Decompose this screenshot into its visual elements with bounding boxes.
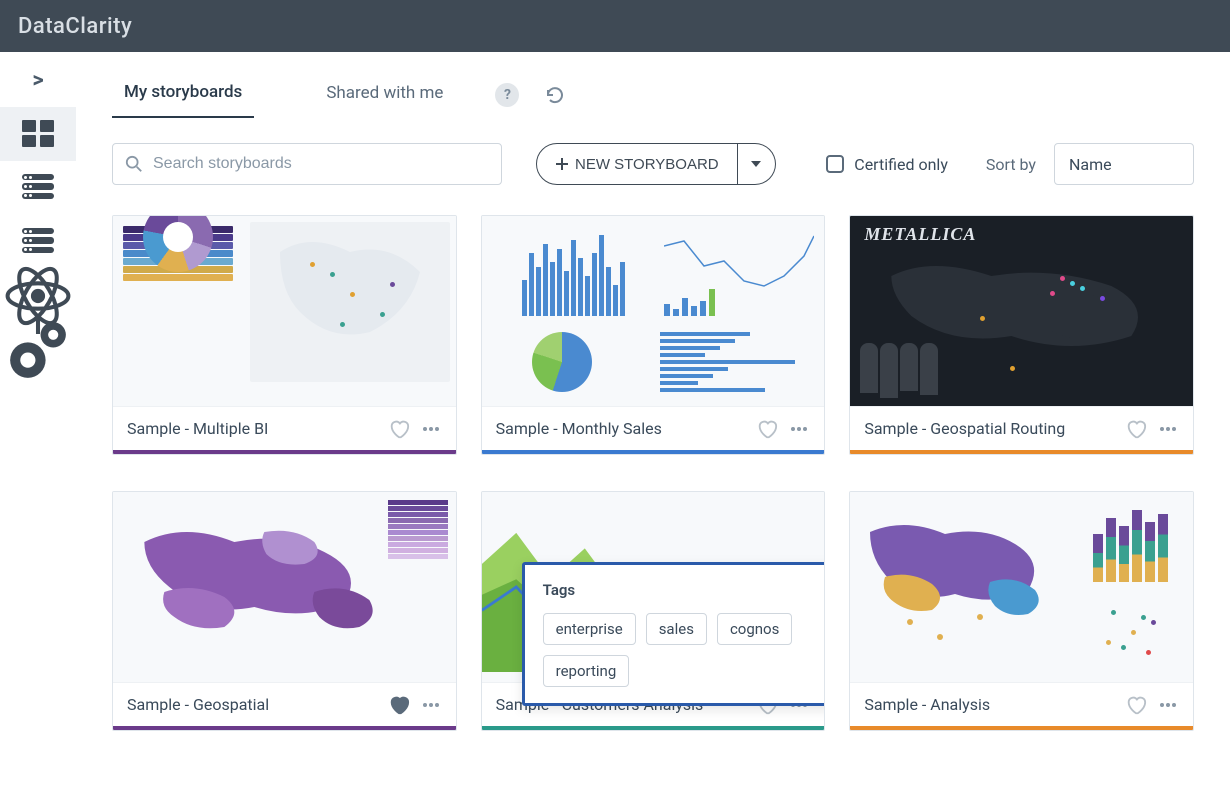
checkbox-icon xyxy=(826,155,844,173)
plus-icon xyxy=(555,157,569,171)
card-preview xyxy=(482,216,825,406)
storyboard-card[interactable]: Sample - Multiple BI xyxy=(112,215,457,455)
storyboard-card[interactable]: Sample - Geospatial xyxy=(112,491,457,731)
tab-my-storyboards[interactable]: My storyboards xyxy=(112,72,254,118)
search-box[interactable] xyxy=(112,143,502,185)
database-icon xyxy=(22,228,54,256)
tag-item[interactable]: cognos xyxy=(717,613,792,645)
card-more-icon[interactable] xyxy=(420,427,442,431)
card-title: Sample - Geospatial xyxy=(127,695,378,714)
toolbar: NEW STORYBOARD Certified only Sort by Na… xyxy=(112,143,1194,185)
tag-item[interactable]: sales xyxy=(646,613,707,645)
storyboard-grid: Sample - Multiple BI xyxy=(112,215,1194,731)
app-header: DataClarity xyxy=(0,0,1230,52)
sidebar-item-storyboards[interactable] xyxy=(0,107,76,161)
search-input[interactable] xyxy=(153,155,489,173)
favorite-icon[interactable] xyxy=(388,694,410,716)
stack-icon xyxy=(22,174,54,202)
favorite-icon[interactable] xyxy=(388,418,410,440)
card-more-icon[interactable] xyxy=(788,427,810,431)
caret-down-icon xyxy=(751,161,761,167)
refresh-icon[interactable] xyxy=(543,83,567,107)
favorite-icon[interactable] xyxy=(1125,694,1147,716)
card-title: Sample - Multiple BI xyxy=(127,419,378,438)
card-preview xyxy=(113,216,456,406)
storyboard-card[interactable]: Tags enterprise sales cognos reporting S… xyxy=(481,491,826,731)
favorite-icon[interactable] xyxy=(1125,418,1147,440)
card-more-icon[interactable] xyxy=(1157,703,1179,707)
storyboard-card[interactable]: Sample - Analysis xyxy=(849,491,1194,731)
card-title: Sample - Monthly Sales xyxy=(496,419,747,438)
atom-icon xyxy=(0,258,76,334)
tags-popup-title: Tags xyxy=(543,581,826,599)
tags-list: enterprise sales cognos reporting xyxy=(543,613,826,687)
storyboard-card[interactable]: Sample - Monthly Sales xyxy=(481,215,826,455)
favorite-icon[interactable] xyxy=(756,418,778,440)
tag-item[interactable]: reporting xyxy=(543,655,630,687)
tags-popup: Tags enterprise sales cognos reporting xyxy=(522,562,826,706)
new-storyboard-dropdown[interactable] xyxy=(738,143,776,185)
app-logo: DataClarity xyxy=(18,14,132,39)
search-icon xyxy=(125,155,143,173)
tab-shared-with-me[interactable]: Shared with me xyxy=(314,73,455,117)
storyboard-card[interactable]: METALLICA xyxy=(849,215,1194,455)
help-icon[interactable]: ? xyxy=(495,83,519,107)
card-preview xyxy=(850,492,1193,682)
card-title: Sample - Geospatial Routing xyxy=(864,419,1115,438)
main-content: My storyboards Shared with me ? NEW STOR… xyxy=(76,52,1230,795)
sort-label: Sort by xyxy=(986,155,1036,174)
sort-select[interactable]: Name xyxy=(1054,143,1194,185)
card-more-icon[interactable] xyxy=(420,703,442,707)
tabs: My storyboards Shared with me ? xyxy=(112,72,1194,119)
card-preview: METALLICA xyxy=(850,216,1193,406)
card-title: Sample - Analysis xyxy=(864,695,1115,714)
sidebar-item-datasets[interactable] xyxy=(0,161,76,215)
sidebar-expand-toggle[interactable]: > xyxy=(32,64,43,107)
certified-only-checkbox[interactable]: Certified only xyxy=(826,155,948,174)
grid-icon xyxy=(22,120,54,148)
sidebar: > xyxy=(0,52,76,795)
card-preview xyxy=(113,492,456,682)
card-more-icon[interactable] xyxy=(1157,427,1179,431)
new-storyboard-button[interactable]: NEW STORYBOARD xyxy=(536,143,738,185)
tag-item[interactable]: enterprise xyxy=(543,613,636,645)
sidebar-item-science[interactable] xyxy=(0,269,76,323)
